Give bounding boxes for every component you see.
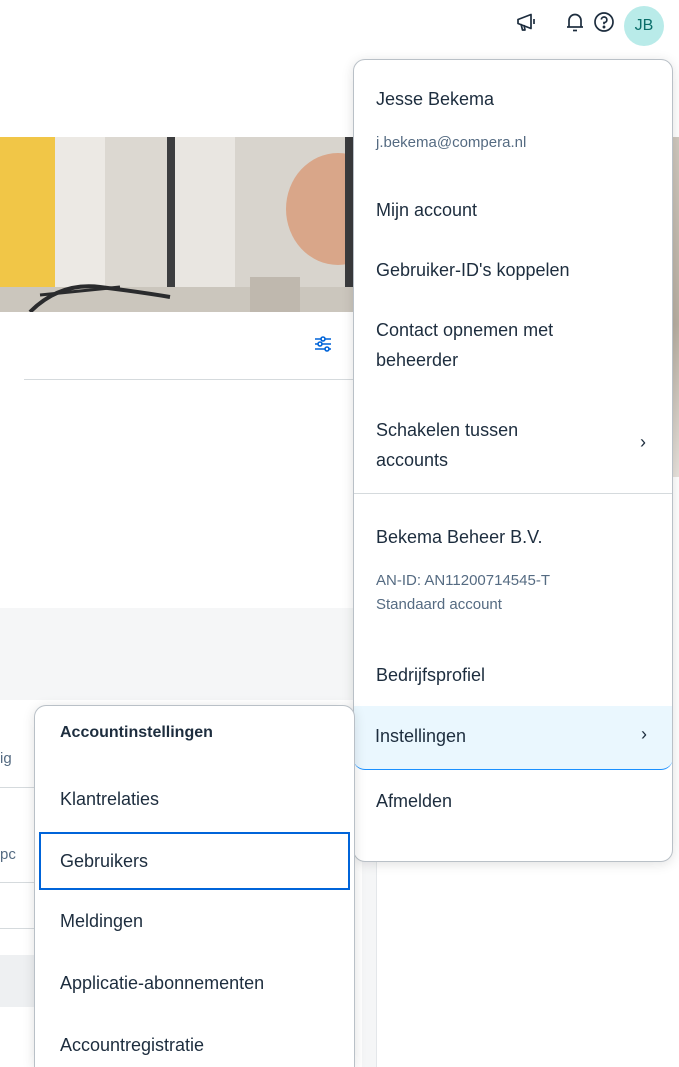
menu-item-label: Gebruiker-ID's koppelen (376, 260, 570, 280)
submenu-item-notifications[interactable]: Meldingen (35, 892, 354, 950)
user-avatar[interactable]: JB (624, 6, 664, 46)
settings-submenu: Accountinstellingen Klantrelaties Gebrui… (34, 705, 355, 1067)
user-email-text: j.bekema@compera.nl (376, 134, 527, 151)
submenu-item-label: Klantrelaties (60, 789, 160, 809)
background-text-fragment: pc (0, 846, 16, 863)
menu-item-my-account[interactable]: Mijn account (354, 190, 672, 234)
company-name: Bekema Beheer B.V. (354, 522, 672, 556)
shell-bar: JB (0, 0, 679, 52)
submenu-header: Accountinstellingen (60, 724, 213, 741)
menu-item-label: Instellingen (375, 726, 467, 746)
user-email: j.bekema@compera.nl (354, 132, 672, 156)
submenu-item-users[interactable]: Gebruikers (39, 832, 350, 890)
menu-item-company-profile[interactable]: Bedrijfsprofiel (354, 656, 672, 700)
help-icon[interactable] (590, 8, 618, 36)
company-an-id: AN-ID: AN11200714545-T (376, 572, 550, 589)
submenu-item-label: Accountregistratie (60, 1035, 205, 1055)
menu-item-label: Mijn account (376, 200, 478, 220)
chevron-right-icon: › (641, 724, 647, 744)
company-details: AN-ID: AN11200714545-T Standaard account (354, 570, 672, 614)
menu-item-label: Bedrijfsprofiel (376, 665, 486, 685)
user-name-text: Jesse Bekema (376, 89, 495, 109)
submenu-item-account-registration[interactable]: Accountregistratie (35, 1016, 354, 1067)
filter-settings-icon[interactable] (313, 334, 333, 359)
submenu-item-label: Meldingen (60, 911, 144, 931)
menu-item-switch-accounts[interactable]: Schakelen tussen accounts › (354, 410, 672, 486)
menu-item-contact-admin[interactable]: Contact opnemen met beheerder (354, 310, 672, 390)
user-menu-popover: Jesse Bekema j.bekema@compera.nl Mijn ac… (353, 59, 673, 862)
company-name-text: Bekema Beheer B.V. (376, 527, 543, 547)
menu-item-settings[interactable]: Instellingen › (354, 706, 672, 770)
hero-image (0, 137, 355, 312)
menu-item-label: Schakelen tussen accounts (376, 420, 519, 470)
panel-toolbar (24, 312, 355, 380)
background-text-fragment: ig (0, 750, 12, 767)
user-name: Jesse Bekema (354, 84, 672, 118)
company-account-type: Standaard account (376, 596, 502, 613)
menu-item-label: Afmelden (376, 791, 453, 811)
submenu-item-customer-relations[interactable]: Klantrelaties (35, 770, 354, 828)
submenu-item-label: Gebruikers (60, 851, 149, 871)
chevron-right-icon: › (640, 432, 646, 452)
menu-item-link-user-ids[interactable]: Gebruiker-ID's koppelen (354, 250, 672, 294)
menu-item-label: Contact opnemen met beheerder (376, 320, 554, 370)
submenu-item-app-subscriptions[interactable]: Applicatie-abonnementen (35, 954, 354, 1012)
megaphone-icon[interactable] (512, 8, 540, 36)
bell-icon[interactable] (561, 8, 589, 36)
submenu-item-label: Applicatie-abonnementen (60, 973, 265, 993)
menu-divider (354, 493, 672, 494)
menu-item-sign-out[interactable]: Afmelden (354, 782, 672, 826)
avatar-initials: JB (634, 17, 654, 34)
